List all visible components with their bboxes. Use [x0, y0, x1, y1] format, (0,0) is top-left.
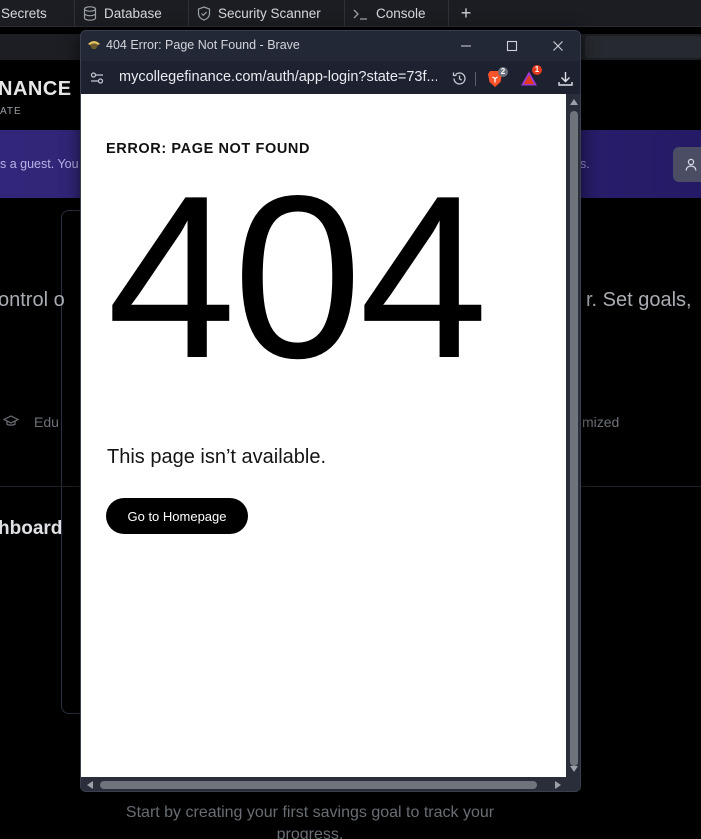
feature-optimized: mized [582, 414, 620, 430]
account-button[interactable] [673, 147, 701, 182]
guest-banner-text-end: s. [580, 157, 590, 171]
background-logo-subtitle: ATE [0, 106, 22, 117]
minimize-button[interactable] [455, 36, 477, 56]
user-icon [685, 158, 697, 171]
tab-database[interactable]: Database [75, 0, 189, 27]
shields-count-badge: 2 [498, 67, 508, 77]
hero-text-right: r. Set goals, [586, 289, 692, 311]
tab-label: Database [104, 6, 162, 21]
window-title: 404 Error: Page Not Found - Brave [106, 38, 300, 52]
brave-rewards-button[interactable]: 1 [519, 65, 542, 88]
brave-popup-window[interactable]: 404 Error: Page Not Found - Brave mycoll… [80, 30, 581, 792]
guest-banner-text: s a guest. You [0, 157, 79, 171]
tab-console[interactable]: Console [345, 0, 449, 27]
dashboard-heading: hboard [0, 518, 63, 539]
brave-shields-button[interactable]: 2 [485, 67, 508, 88]
scroll-up-icon[interactable] [569, 97, 579, 107]
close-button[interactable] [547, 36, 569, 56]
shield-icon [197, 6, 211, 21]
site-favicon-icon [88, 41, 100, 49]
ide-tab-bar: Secrets Database Security Scanner Consol… [0, 0, 701, 27]
downloads-button[interactable] [555, 68, 575, 88]
tab-label: Secrets [1, 6, 47, 21]
database-icon [83, 6, 97, 21]
download-icon [557, 71, 573, 86]
scroll-right-icon[interactable] [553, 780, 563, 790]
horizontal-scrollbar[interactable] [81, 777, 580, 791]
horizontal-scroll-thumb[interactable] [100, 781, 537, 789]
error-code: 404 [107, 148, 488, 407]
maximize-icon [506, 40, 518, 52]
tab-security-scanner[interactable]: Security Scanner [189, 0, 345, 27]
scroll-down-icon[interactable] [569, 764, 579, 774]
tab-label: Security Scanner [218, 6, 321, 21]
url-field[interactable]: mycollegefinance.com/auth/app-login?stat… [119, 69, 437, 85]
rewards-count-badge: 1 [532, 65, 542, 75]
hero-text-left: ontrol o [0, 289, 65, 311]
background-toolbar-field [585, 36, 701, 58]
error-message: This page isn’t available. [107, 446, 327, 468]
window-titlebar[interactable]: 404 Error: Page Not Found - Brave [81, 31, 580, 61]
maximize-button[interactable] [501, 36, 523, 56]
vertical-scroll-thumb[interactable] [570, 111, 578, 766]
history-icon [452, 71, 466, 85]
go-to-homepage-button[interactable]: Go to Homepage [106, 498, 248, 534]
add-tab-button[interactable]: + [454, 0, 478, 27]
graduation-cap-icon [3, 415, 19, 426]
tab-label: Console [376, 6, 426, 21]
terminal-icon [353, 9, 367, 20]
site-settings-icon[interactable] [89, 70, 105, 86]
minimize-icon [461, 45, 471, 47]
background-logo: NANCE [0, 78, 72, 100]
close-icon [553, 41, 563, 51]
page-viewport: ERROR: PAGE NOT FOUND 404 This page isn’… [81, 94, 566, 777]
scroll-left-icon[interactable] [85, 780, 95, 790]
vertical-scrollbar[interactable] [566, 94, 580, 777]
feature-education: Edu [34, 414, 59, 430]
address-bar: mycollegefinance.com/auth/app-login?stat… [81, 61, 580, 94]
empty-state-text: Start by creating your first savings goa… [125, 804, 495, 839]
address-bar-separator [475, 72, 476, 86]
history-button[interactable] [449, 68, 469, 88]
tab-secrets[interactable]: Secrets [0, 0, 75, 27]
